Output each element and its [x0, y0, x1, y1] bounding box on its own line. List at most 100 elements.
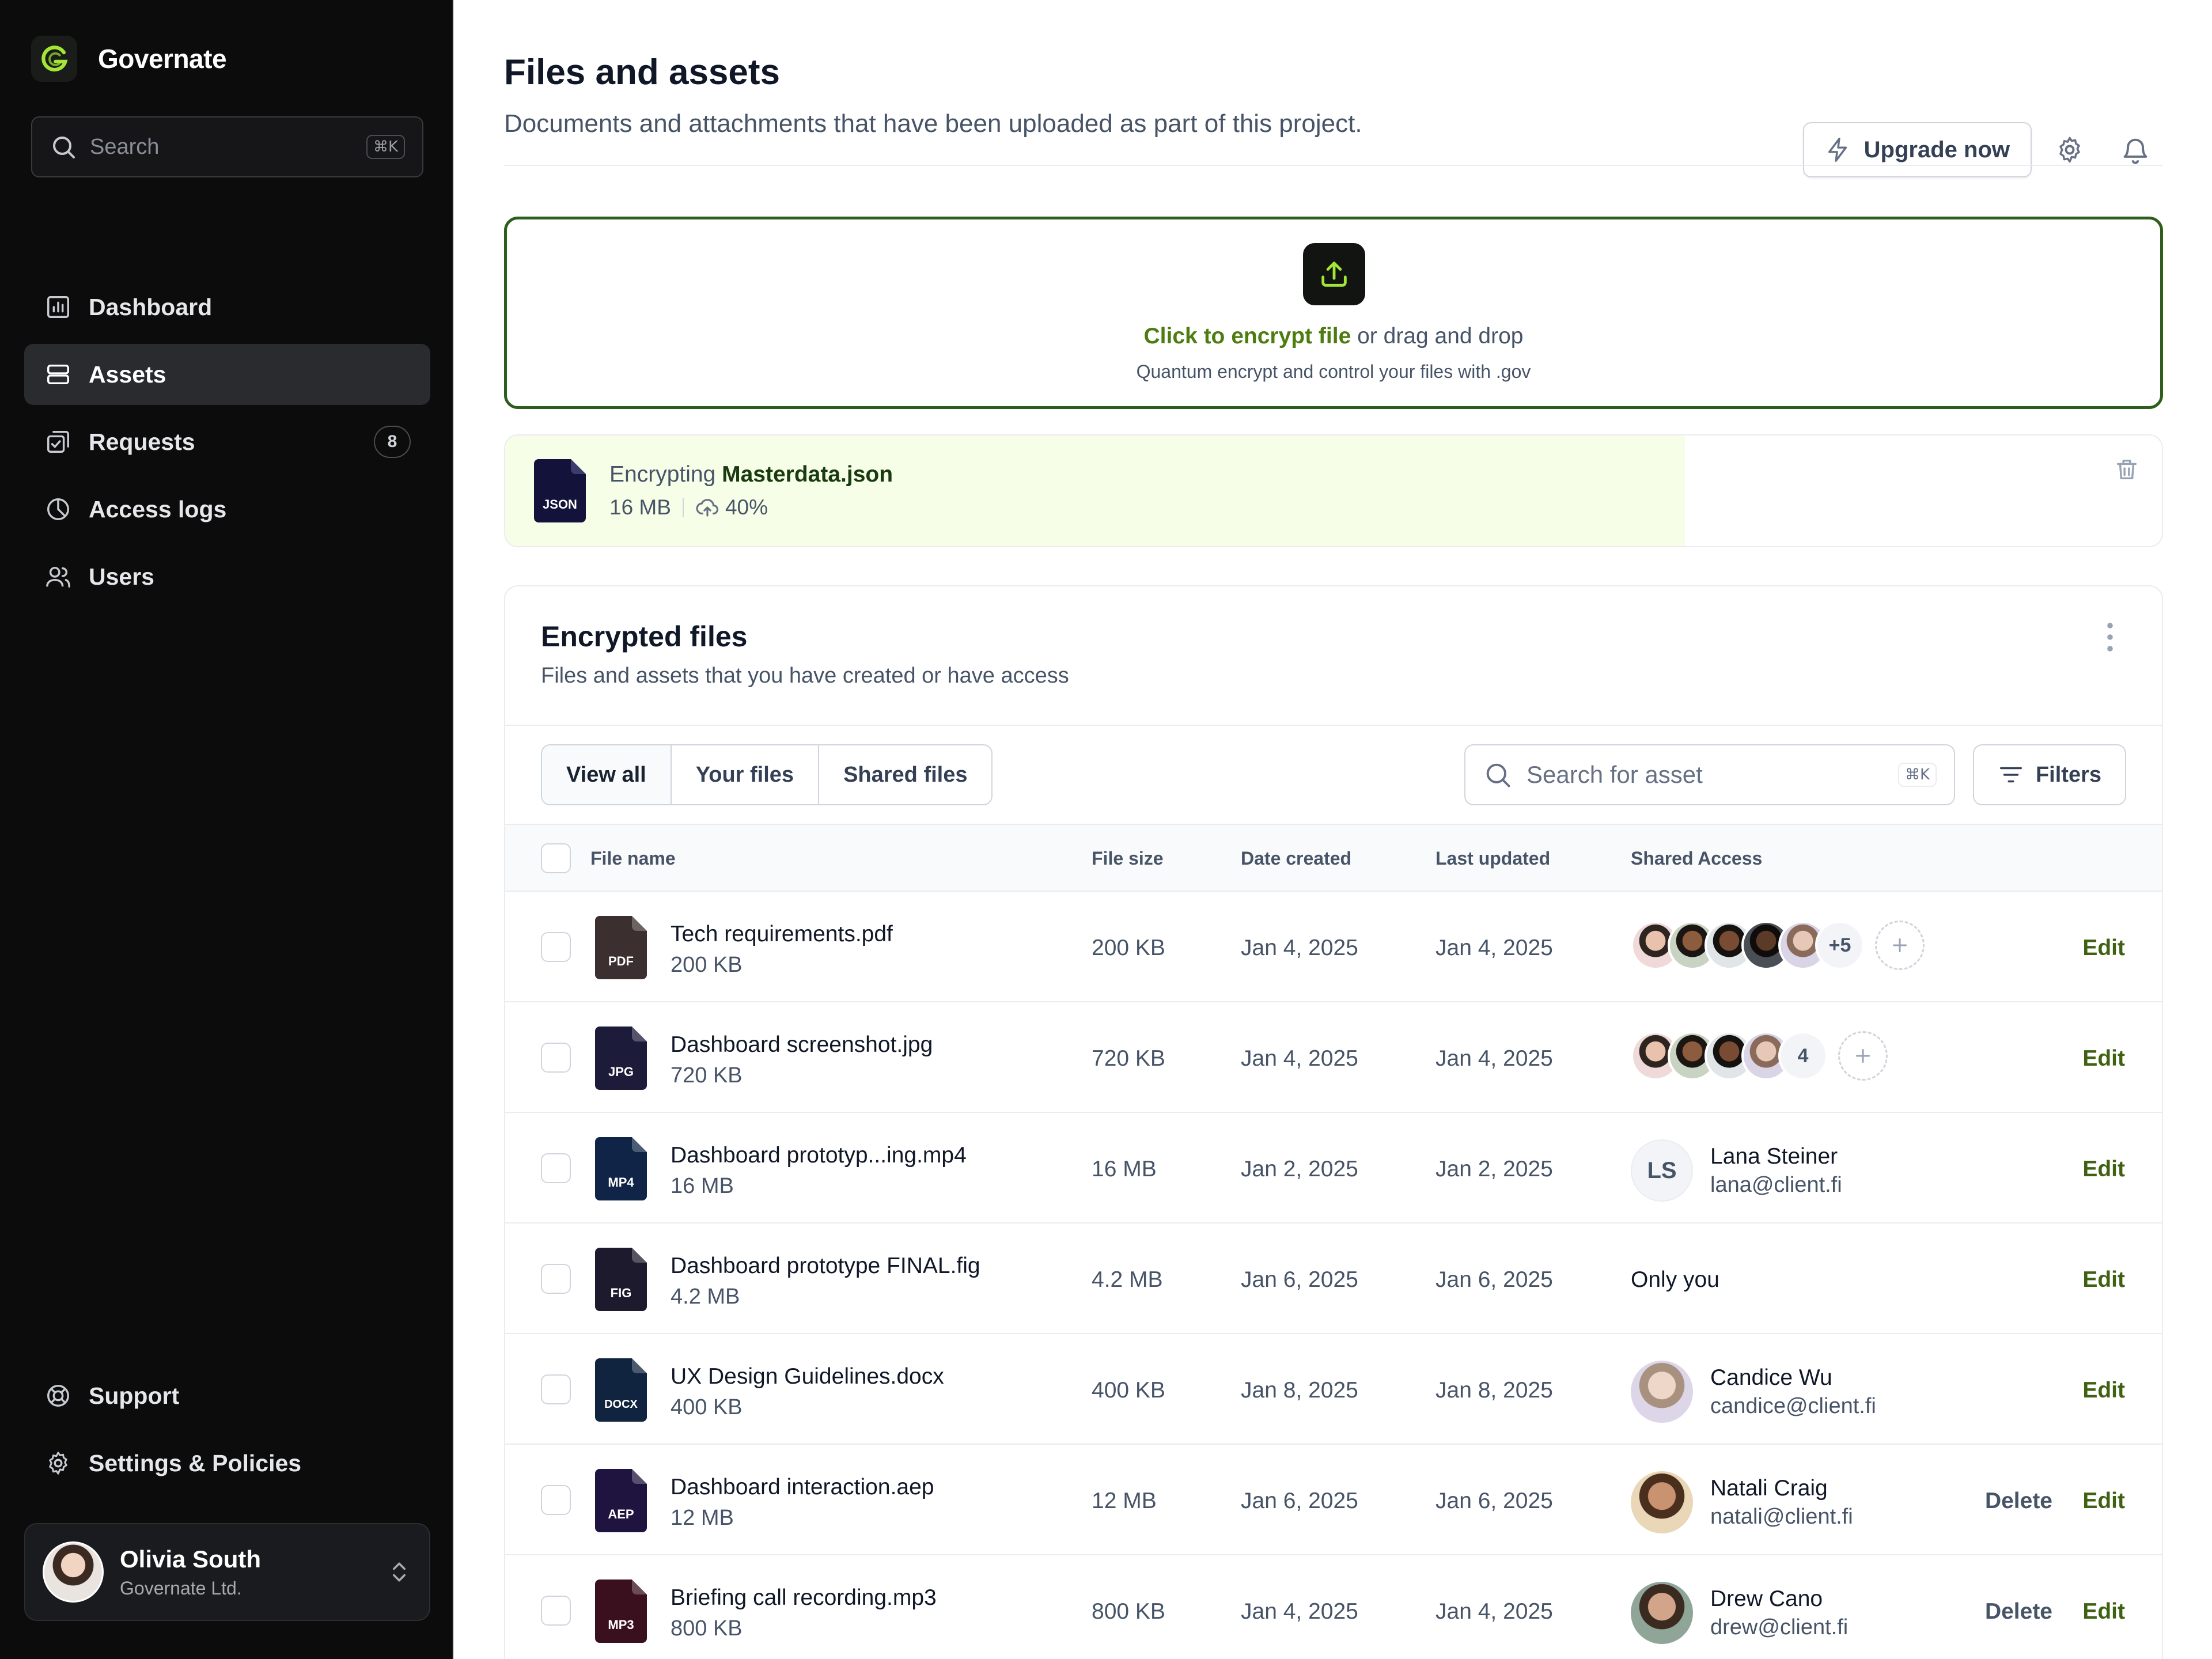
account-switcher[interactable]: Olivia South Governate Ltd.: [24, 1523, 430, 1621]
lightning-icon: [1828, 138, 1847, 162]
avatar-initials: LS: [1631, 1139, 1693, 1202]
file-name[interactable]: Tech requirements.pdf: [671, 922, 893, 947]
plus-icon: [1856, 1049, 1870, 1063]
edit-button[interactable]: Edit: [2082, 1157, 2125, 1182]
row-checkbox[interactable]: [541, 1153, 571, 1183]
bell-icon: [2123, 138, 2147, 164]
file-subsize: 800 KB: [671, 1616, 743, 1641]
svg-text:FIG: FIG: [611, 1286, 632, 1300]
column-file-name[interactable]: File name: [590, 848, 676, 869]
dots-vertical-icon: [2107, 623, 2113, 652]
file-name[interactable]: Dashboard screenshot.jpg: [671, 1032, 933, 1058]
file-subsize: 400 KB: [671, 1395, 743, 1419]
date-created: Jan 6, 2025: [1241, 1488, 1358, 1513]
table-header: File name File size Date created Last up…: [505, 824, 2162, 892]
more-users-count[interactable]: 4: [1778, 1031, 1828, 1081]
header-divider: [504, 165, 2163, 166]
row-checkbox[interactable]: [541, 1485, 571, 1515]
file-name[interactable]: Briefing call recording.mp3: [671, 1585, 937, 1611]
gear-icon: [2059, 137, 2080, 163]
dropzone-text: or drag and drop: [1351, 324, 1524, 349]
edit-button[interactable]: Edit: [2082, 1599, 2125, 1624]
more-users-count[interactable]: +5: [1815, 921, 1865, 970]
tab-shared-files[interactable]: Shared files: [819, 745, 991, 804]
svg-text:JSON: JSON: [543, 497, 577, 512]
tab-your-files[interactable]: Your files: [672, 745, 820, 804]
file-name[interactable]: UX Design Guidelines.docx: [671, 1364, 944, 1389]
column-last-updated[interactable]: Last updated: [1435, 848, 1550, 869]
more-options-button[interactable]: [2099, 620, 2122, 657]
sidebar-item-settings[interactable]: Settings & Policies: [24, 1433, 430, 1494]
row-checkbox[interactable]: [541, 932, 571, 962]
svg-text:DOCX: DOCX: [604, 1398, 638, 1411]
column-shared-access[interactable]: Shared Access: [1631, 848, 1762, 869]
delete-button[interactable]: Delete: [1985, 1488, 2052, 1514]
filters-button[interactable]: Filters: [1973, 744, 2126, 805]
search-placeholder: Search: [90, 134, 160, 159]
shared-access-text: Only you: [1631, 1267, 1719, 1292]
json-file-icon: JSON: [534, 459, 586, 525]
last-updated: Jan 6, 2025: [1435, 1488, 1553, 1513]
file-subsize: 720 KB: [671, 1063, 743, 1088]
add-user-button[interactable]: [1838, 1031, 1888, 1081]
governate-logo-icon: [31, 36, 77, 82]
edit-button[interactable]: Edit: [2082, 1046, 2125, 1071]
row-checkbox[interactable]: [541, 1374, 571, 1404]
table-row: FIG Dashboard prototype FINAL.fig 4.2 MB…: [505, 1224, 2162, 1334]
column-file-size[interactable]: File size: [1092, 848, 1164, 869]
page-subtitle: Documents and attachments that have been…: [504, 109, 1362, 138]
sidebar-item-dashboard[interactable]: Dashboard: [24, 276, 430, 338]
file-size: 200 KB: [1092, 935, 1165, 960]
sidebar-item-support[interactable]: Support: [24, 1365, 430, 1426]
edit-button[interactable]: Edit: [2082, 935, 2125, 961]
upgrade-button[interactable]: Upgrade now: [1802, 122, 2032, 177]
docx-file-icon: DOCX: [595, 1358, 647, 1425]
settings-button[interactable]: [2042, 122, 2097, 177]
mp3-file-icon: MP3: [595, 1580, 647, 1646]
sidebar-search-input[interactable]: Search ⌘K: [31, 116, 423, 177]
brand[interactable]: Governate: [31, 36, 227, 82]
asset-search-input[interactable]: Search for asset ⌘K: [1464, 744, 1955, 805]
select-all-checkbox[interactable]: [541, 843, 571, 873]
filters-label: Filters: [2035, 762, 2102, 787]
last-updated: Jan 6, 2025: [1435, 1267, 1553, 1292]
last-updated: Jan 2, 2025: [1435, 1157, 1553, 1181]
edit-button[interactable]: Edit: [2082, 1378, 2125, 1403]
notifications-button[interactable]: [2108, 122, 2163, 177]
requests-count-badge: 8: [374, 426, 411, 458]
edit-button[interactable]: Edit: [2082, 1488, 2125, 1514]
table-row: PDF Tech requirements.pdf 200 KB 200 KB …: [505, 892, 2162, 1002]
tab-view-all[interactable]: View all: [542, 745, 672, 804]
users-icon: [44, 562, 73, 591]
edit-button[interactable]: Edit: [2082, 1267, 2125, 1293]
table-row: MP3 Briefing call recording.mp3 800 KB 8…: [505, 1555, 2162, 1659]
sidebar-item-access-logs[interactable]: Access logs: [24, 479, 430, 540]
file-name[interactable]: Dashboard prototype FINAL.fig: [671, 1253, 980, 1279]
avatar: [1631, 1582, 1693, 1644]
date-created: Jan 4, 2025: [1241, 1046, 1358, 1071]
sidebar: Governate Search ⌘K Dashboard Assets Req…: [0, 0, 453, 1659]
column-date-created[interactable]: Date created: [1241, 848, 1351, 869]
file-subsize: 4.2 MB: [671, 1285, 740, 1309]
date-created: Jan 8, 2025: [1241, 1378, 1358, 1403]
add-user-button[interactable]: [1875, 921, 1925, 970]
upload-icon: [1303, 243, 1365, 305]
encrypt-file-link[interactable]: Click to encrypt file: [1144, 324, 1351, 349]
user-name: Natali Craig: [1710, 1475, 1828, 1501]
delete-button[interactable]: Delete: [1985, 1599, 2052, 1624]
date-created: Jan 2, 2025: [1241, 1157, 1358, 1181]
sidebar-item-users[interactable]: Users: [24, 546, 430, 607]
file-name[interactable]: Dashboard interaction.aep: [671, 1475, 934, 1500]
sidebar-item-assets[interactable]: Assets: [24, 344, 430, 405]
file-subsize: 12 MB: [671, 1506, 734, 1530]
row-checkbox[interactable]: [541, 1043, 571, 1073]
sidebar-item-label: Dashboard: [89, 293, 213, 320]
file-name[interactable]: Dashboard prototyp...ing.mp4: [671, 1143, 967, 1168]
row-checkbox[interactable]: [541, 1596, 571, 1626]
row-checkbox[interactable]: [541, 1264, 571, 1294]
sidebar-item-requests[interactable]: Requests 8: [24, 411, 430, 472]
file-dropzone[interactable]: Click to encrypt file or drag and drop Q…: [504, 217, 2163, 409]
aep-file-icon: AEP: [595, 1469, 647, 1535]
delete-upload-button[interactable]: [2113, 456, 2140, 486]
chevron-up-down-icon: [393, 1562, 406, 1582]
